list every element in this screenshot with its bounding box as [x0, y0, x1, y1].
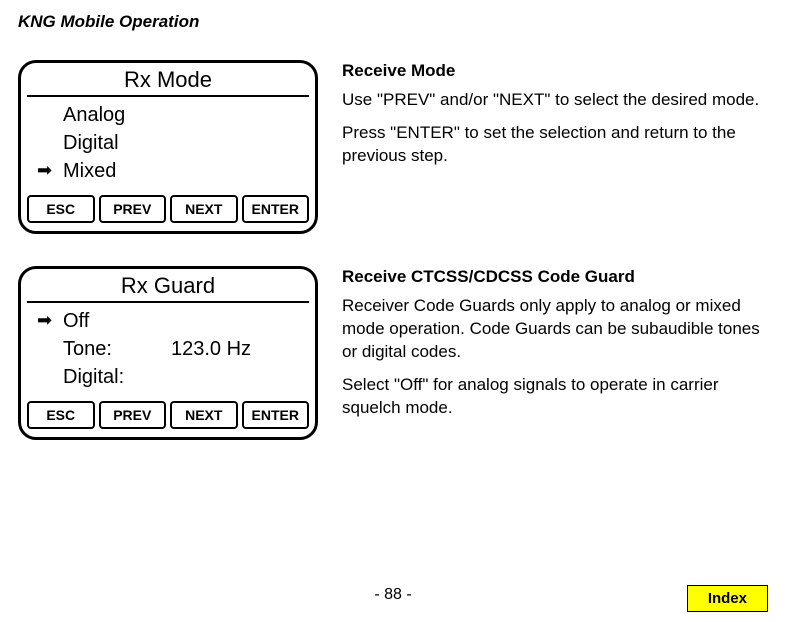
desc-paragraph: Receiver Code Guards only apply to analo… [342, 295, 768, 364]
list-item[interactable]: Digital [37, 129, 299, 157]
prev-button[interactable]: PREV [99, 401, 167, 429]
next-button[interactable]: NEXT [170, 401, 238, 429]
rx-mode-list: Analog Digital ➡ Mixed [21, 97, 315, 195]
rx-mode-title: Rx Mode [27, 63, 309, 97]
next-button[interactable]: NEXT [170, 195, 238, 223]
index-button[interactable]: Index [687, 585, 768, 612]
selection-arrow-icon: ➡ [37, 308, 63, 333]
section-rx-mode: Rx Mode Analog Digital ➡ Mixed ESC PREV … [18, 60, 768, 234]
desc-title: Receive Mode [342, 60, 768, 83]
list-item[interactable]: Analog [37, 101, 299, 129]
page-number: - 88 - [374, 586, 411, 604]
desc-paragraph: Select "Off" for analog signals to opera… [342, 374, 768, 420]
list-item-label: Off [63, 307, 89, 335]
list-item-label: Tone: [63, 335, 143, 363]
rx-guard-box: Rx Guard ➡ Off Tone: 123.0 Hz Digital: E… [18, 266, 318, 440]
prev-button[interactable]: PREV [99, 195, 167, 223]
desc-title: Receive CTCSS/CDCSS Code Guard [342, 266, 768, 289]
selection-arrow-icon: ➡ [37, 158, 63, 183]
list-item-label: Digital: [63, 363, 124, 391]
esc-button[interactable]: ESC [27, 195, 95, 223]
list-item-label: Analog [63, 101, 125, 129]
esc-button[interactable]: ESC [27, 401, 95, 429]
list-item-value: 123.0 Hz [171, 335, 251, 363]
list-item[interactable]: Tone: 123.0 Hz [37, 335, 299, 363]
enter-button[interactable]: ENTER [242, 195, 310, 223]
list-item[interactable]: Digital: [37, 363, 299, 391]
rx-mode-description: Receive Mode Use "PREV" and/or "NEXT" to… [342, 60, 768, 234]
list-item-label: Digital [63, 129, 119, 157]
page-header: KNG Mobile Operation [18, 12, 768, 32]
list-item[interactable]: ➡ Off [37, 307, 299, 335]
desc-paragraph: Press "ENTER" to set the selection and r… [342, 122, 768, 168]
section-rx-guard: Rx Guard ➡ Off Tone: 123.0 Hz Digital: E… [18, 266, 768, 440]
rx-mode-box: Rx Mode Analog Digital ➡ Mixed ESC PREV … [18, 60, 318, 234]
desc-paragraph: Use "PREV" and/or "NEXT" to select the d… [342, 89, 768, 112]
rx-guard-description: Receive CTCSS/CDCSS Code Guard Receiver … [342, 266, 768, 440]
rx-guard-title: Rx Guard [27, 269, 309, 303]
list-item-label: Mixed [63, 157, 116, 185]
rx-guard-buttons: ESC PREV NEXT ENTER [21, 401, 315, 437]
rx-mode-buttons: ESC PREV NEXT ENTER [21, 195, 315, 231]
enter-button[interactable]: ENTER [242, 401, 310, 429]
rx-guard-list: ➡ Off Tone: 123.0 Hz Digital: [21, 303, 315, 401]
list-item[interactable]: ➡ Mixed [37, 157, 299, 185]
